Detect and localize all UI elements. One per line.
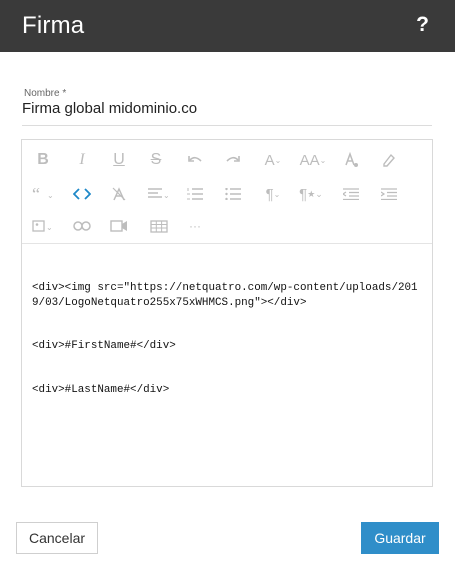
name-label: Nombre * [24,88,67,99]
bold-button[interactable]: B [28,148,58,172]
redo-icon [226,156,240,162]
italic-button[interactable]: I [67,148,97,172]
align-left-icon: ⌄ [148,188,170,200]
paragraph-style-icon: ¶ [299,185,308,203]
unordered-list-icon [225,188,241,200]
strikethrough-button[interactable]: S [141,148,171,172]
font-size-label: AA [299,151,320,169]
outdent-icon [343,188,359,200]
ordered-list-button[interactable] [180,182,210,206]
svg-text:⌄: ⌄ [163,191,170,200]
code-content[interactable]: <div><img src="https://netquatro.com/wp-… [32,252,424,426]
more-options-button[interactable]: ··· [180,214,210,238]
name-input[interactable] [22,100,432,117]
paragraph-icon: ¶ [265,185,274,203]
table-icon [150,219,168,233]
quote-button[interactable]: “⌄ [28,182,58,206]
paragraph-style-button[interactable]: ¶ ★⌄ [296,182,326,206]
font-family-label: A [264,151,275,169]
quote-icon: “⌄ [32,188,54,200]
eraser-icon [383,153,395,167]
code-icon [73,188,91,200]
name-field: Nombre * [22,88,432,126]
font-awesome-button[interactable] [104,182,134,206]
indent-button[interactable] [374,182,404,206]
link-icon [73,221,91,231]
font-size-button[interactable]: AA ⌄ [296,148,330,172]
image-icon: ⌄ [32,220,53,232]
dialog-title: Firma [22,12,85,39]
svg-text:⌄: ⌄ [46,223,53,232]
unordered-list-button[interactable] [218,182,248,206]
editor-toolbar: B I U S A ⌄ AA ⌄ “⌄ ⌄ ¶ ⌄ ¶ ★⌄ ⌄ ··· [22,140,432,244]
text-color-icon [345,152,358,167]
code-line: <div>#FirstName#</div> [32,340,176,352]
insert-video-button[interactable] [104,214,134,238]
code-line: <div>#LastName#</div> [32,383,170,396]
code-view-button[interactable] [67,182,97,206]
text-style-icon [112,187,126,201]
video-icon [110,220,127,232]
ordered-list-icon [187,188,203,200]
code-line: <div><img src="https://netquatro.com/wp-… [32,282,418,309]
undo-icon [188,156,202,162]
align-button[interactable]: ⌄ [144,182,174,206]
rich-text-editor: B I U S A ⌄ AA ⌄ “⌄ ⌄ ¶ ⌄ ¶ ★⌄ ⌄ ··· <di… [21,139,433,487]
undo-button[interactable] [180,148,210,172]
cancel-button[interactable]: Cancelar [16,522,98,554]
paragraph-format-button[interactable]: ¶ ⌄ [258,182,288,206]
save-button[interactable]: Guardar [361,522,439,554]
redo-button[interactable] [218,148,248,172]
insert-table-button[interactable] [144,214,174,238]
text-color-button[interactable] [336,148,366,172]
help-button[interactable]: ? [416,13,429,37]
insert-image-button[interactable]: ⌄ [28,214,58,238]
insert-link-button[interactable] [67,214,97,238]
indent-icon [381,188,397,200]
underline-button[interactable]: U [104,148,134,172]
font-family-button[interactable]: A ⌄ [258,148,288,172]
svg-text:⌄: ⌄ [47,191,54,200]
outdent-button[interactable] [336,182,366,206]
dialog-header: Firma ? [0,0,455,52]
clear-formatting-button[interactable] [374,148,404,172]
svg-text:“: “ [32,188,40,200]
